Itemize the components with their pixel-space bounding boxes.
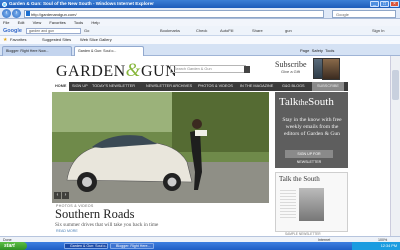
taskbar-item-garden-and-gun[interactable]: Garden & Gun: Soul o... (64, 243, 108, 249)
window-title: Garden & Gun: Soul of the New South - Wi… (9, 1, 154, 6)
hero-read-more-link[interactable]: READ MORE (56, 229, 78, 233)
bookmarks-button[interactable]: Bookmarks (160, 26, 180, 36)
newsletter-promo-text: Stay in the know with free weekly emails… (282, 117, 342, 138)
talk-logo-word-2: the (298, 98, 309, 107)
favorite-web-slice-gallery[interactable]: Web Slice Gallery (80, 36, 112, 44)
hero-image[interactable] (52, 92, 269, 203)
autofill-button[interactable]: AutoFill (220, 26, 233, 36)
subscribe-link[interactable]: Subscribe (275, 60, 307, 69)
google-toolbar: Google garden and gun Go Bookmarks Check… (0, 26, 400, 36)
taskbar (0, 242, 400, 250)
menu-help[interactable]: Help (91, 20, 99, 25)
menu-view[interactable]: View (33, 20, 42, 25)
nav-home[interactable]: HOME (52, 82, 70, 91)
newsletter-signup-button[interactable]: SIGN UP FOR NEWSLETTER (285, 150, 333, 164)
window-title-bar: Garden & Gun: Soul of the New South - Wi… (0, 0, 400, 8)
tab-blogger[interactable]: Blogger: Right Here Now... (2, 46, 72, 56)
talk-logo-word-3: South (308, 96, 334, 108)
site-search-button[interactable] (244, 65, 250, 73)
site-logo[interactable]: GARDEN&GUN (56, 60, 177, 82)
minimize-button[interactable]: _ (370, 1, 379, 7)
back-button[interactable]: ‹ (2, 9, 11, 18)
nav-newsletter-archives[interactable]: NEWSLETTER ARCHIVES (146, 82, 192, 91)
menu-tools[interactable]: Tools (74, 20, 83, 25)
page-icon (25, 11, 30, 16)
hero-prev-button[interactable]: ‹ (54, 192, 61, 199)
hero-next-button[interactable]: › (62, 192, 69, 199)
share-button[interactable]: Share (252, 26, 263, 36)
start-button[interactable]: start (0, 242, 27, 250)
logo-garden: GARDEN (56, 63, 126, 80)
magazine-cover-image-2[interactable] (322, 58, 340, 80)
system-tray: 12:34 PM (352, 242, 400, 250)
taskbar-item-blogger[interactable]: Blogger: Right Here... (110, 243, 154, 249)
close-button[interactable]: × (390, 1, 399, 7)
favorites-label[interactable]: Favorites (10, 36, 26, 44)
google-search-input[interactable]: garden and gun (26, 28, 81, 34)
hero-description: Six summer drives that will take you bac… (55, 222, 159, 228)
highlight-term-button[interactable]: gun (285, 26, 292, 36)
tab-garden-and-gun[interactable]: Garden & Gun: Soul o... (74, 46, 144, 56)
clock: 12:34 PM (380, 244, 397, 248)
talk-the-south-logo: TalktheSouth (279, 96, 334, 108)
menu-file[interactable]: File (3, 20, 9, 25)
preview-image (299, 188, 324, 221)
nav-todays-newsletter[interactable]: TODAY'S NEWSLETTER (92, 82, 135, 91)
sign-in-link[interactable]: Sign In (372, 26, 384, 36)
menu-edit[interactable]: Edit (18, 20, 25, 25)
nav-in-the-magazine[interactable]: IN THE MAGAZINE (240, 82, 273, 91)
forward-button[interactable]: › (12, 9, 21, 18)
talk-logo-word-1: Talk (279, 96, 299, 108)
give-gift-link[interactable]: Give a Gift (281, 69, 300, 74)
preview-logo: Talk the South (279, 175, 320, 183)
tools-menu[interactable]: Tools (325, 48, 334, 53)
google-logo: Google (3, 28, 22, 34)
nav-gg-blogs[interactable]: G&G BLOGS (282, 82, 305, 91)
site-search-input[interactable]: Search Garden & Gun (170, 65, 246, 73)
hero-title[interactable]: Southern Roads (55, 207, 135, 222)
favorite-suggested-sites[interactable]: Suggested Sites (42, 36, 71, 44)
menu-bar: File Edit View Favorites Tools Help (0, 19, 400, 26)
ie-logo-icon (2, 1, 7, 7)
url-input[interactable]: http://gardenandgun.com/ (24, 9, 324, 18)
page-menu[interactable]: Page (300, 48, 309, 53)
favorites-star-icon[interactable]: ★ (3, 37, 7, 43)
scrollbar-thumb[interactable] (391, 70, 399, 100)
check-button[interactable]: Check (196, 26, 207, 36)
logo-ampersand: & (125, 60, 141, 81)
maximize-button[interactable]: □ (380, 1, 389, 7)
browser-search-input[interactable]: Google (332, 9, 396, 18)
google-go-button[interactable]: Go (84, 26, 89, 36)
nav-photos-videos[interactable]: PHOTOS & VIDEOS (198, 82, 233, 91)
safety-menu[interactable]: Safety (312, 48, 323, 53)
nav-subscribe[interactable]: SUBSCRIBE (312, 82, 344, 91)
nav-sign-up[interactable]: SIGN UP (72, 82, 88, 91)
preview-text-lines (280, 190, 296, 220)
command-bar: Page Safety Tools (300, 46, 334, 55)
menu-favorites[interactable]: Favorites (49, 20, 65, 25)
favorites-bar: ★ Favorites Suggested Sites Web Slice Ga… (0, 36, 400, 44)
